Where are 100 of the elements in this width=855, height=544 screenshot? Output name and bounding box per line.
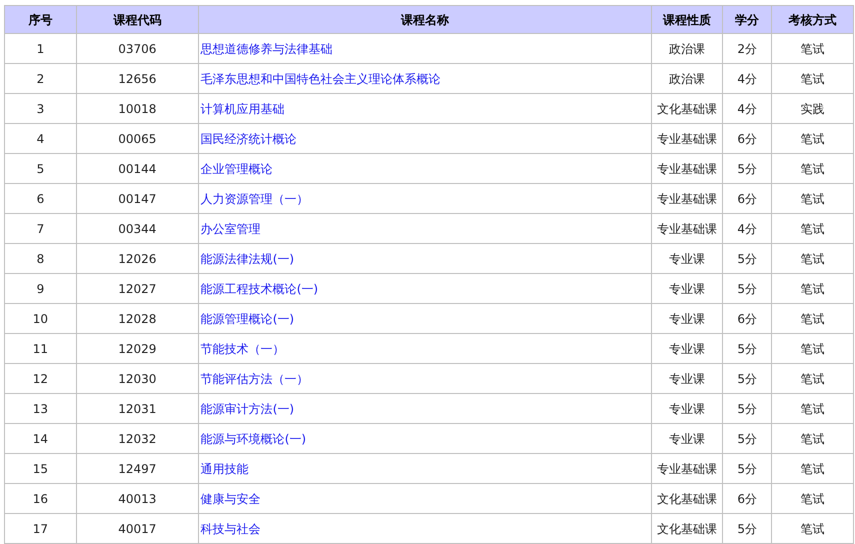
course-link[interactable]: 能源工程技术概论(一): [200, 282, 318, 296]
table-cell: 文化基础课: [652, 484, 723, 514]
table-cell: 笔试: [772, 484, 854, 514]
table-cell: 文化基础课: [652, 94, 723, 124]
course-link[interactable]: 办公室管理: [200, 222, 261, 236]
table-cell: 5分: [722, 454, 772, 484]
table-cell: 5分: [722, 514, 772, 544]
column-header: 课程性质: [652, 6, 723, 34]
table-cell: 12656: [76, 64, 198, 94]
table-cell: 12026: [76, 244, 198, 274]
table-cell: 专业课: [652, 304, 723, 334]
table-cell: 40017: [76, 514, 198, 544]
table-cell: 5分: [722, 244, 772, 274]
table-cell: 笔试: [772, 424, 854, 454]
table-cell: 专业基础课: [652, 154, 723, 184]
table-cell: 12497: [76, 454, 198, 484]
table-cell: 00344: [76, 214, 198, 244]
table-cell: 3: [4, 94, 76, 124]
table-cell: 8: [4, 244, 76, 274]
table-cell: 专业课: [652, 424, 723, 454]
table-cell: 笔试: [772, 394, 854, 424]
table-cell: 00065: [76, 124, 198, 154]
table-cell: 5分: [722, 394, 772, 424]
course-link[interactable]: 思想道德修养与法律基础: [200, 42, 333, 56]
table-cell: 00147: [76, 184, 198, 214]
course-link[interactable]: 通用技能: [200, 462, 249, 476]
table-cell: 40013: [76, 484, 198, 514]
course-link[interactable]: 国民经济统计概论: [200, 132, 297, 146]
table-cell: 6分: [722, 124, 772, 154]
table-cell: 03706: [76, 34, 198, 64]
table-cell: 专业基础课: [652, 454, 723, 484]
table-cell: 4: [4, 124, 76, 154]
course-link[interactable]: 计算机应用基础: [200, 102, 285, 116]
table-cell: 专业课: [652, 394, 723, 424]
table-cell: 政治课: [652, 34, 723, 64]
table-cell: 5: [4, 154, 76, 184]
table-cell: 专业课: [652, 364, 723, 394]
table-cell: 12027: [76, 274, 198, 304]
table-cell: 14: [4, 424, 76, 454]
table-cell: 笔试: [772, 154, 854, 184]
table-cell: 笔试: [772, 454, 854, 484]
table-cell: 17: [4, 514, 76, 544]
column-header: 考核方式: [772, 6, 854, 34]
table-cell: 15: [4, 454, 76, 484]
table-cell: 10018: [76, 94, 198, 124]
column-header: 序号: [4, 6, 76, 34]
table-cell: 11: [4, 334, 76, 364]
course-link[interactable]: 能源审计方法(一): [200, 402, 294, 416]
table-cell: 2: [4, 64, 76, 94]
table-cell: 实践: [772, 94, 854, 124]
table-cell: 笔试: [772, 124, 854, 154]
table-cell: 13: [4, 394, 76, 424]
table-cell: 笔试: [772, 514, 854, 544]
table-cell: 12028: [76, 304, 198, 334]
table-cell: 16: [4, 484, 76, 514]
table-cell: 笔试: [772, 364, 854, 394]
table-cell: 12: [4, 364, 76, 394]
column-header: 学分: [722, 6, 772, 34]
table-cell: 5分: [722, 334, 772, 364]
course-link[interactable]: 能源法律法规(一): [200, 252, 294, 266]
table-cell: 笔试: [772, 274, 854, 304]
table-cell: 政治课: [652, 64, 723, 94]
table-cell: 4分: [722, 214, 772, 244]
course-link[interactable]: 企业管理概论: [200, 162, 273, 176]
table-cell: 4分: [722, 64, 772, 94]
table-cell: 12029: [76, 334, 198, 364]
course-link[interactable]: 节能评估方法（一）: [200, 372, 309, 386]
table-cell: 笔试: [772, 64, 854, 94]
table-cell: 专业基础课: [652, 124, 723, 154]
column-header: 课程代码: [76, 6, 198, 34]
table-cell: 6分: [722, 184, 772, 214]
table-cell: 专业基础课: [652, 214, 723, 244]
table-cell: 6分: [722, 484, 772, 514]
table-cell: 12030: [76, 364, 198, 394]
course-link[interactable]: 能源管理概论(一): [200, 312, 294, 326]
table-cell: 00144: [76, 154, 198, 184]
table-cell: 7: [4, 214, 76, 244]
table-cell: 4分: [722, 94, 772, 124]
table-cell: 5分: [722, 364, 772, 394]
table-cell: 12031: [76, 394, 198, 424]
table-cell: 9: [4, 274, 76, 304]
table-cell: 5分: [722, 154, 772, 184]
course-link[interactable]: 健康与安全: [200, 492, 261, 506]
table-cell: 笔试: [772, 34, 854, 64]
table-cell: 5分: [722, 424, 772, 454]
table-cell: 12032: [76, 424, 198, 454]
table-cell: 专业课: [652, 244, 723, 274]
table-cell: 6: [4, 184, 76, 214]
table-cell: 10: [4, 304, 76, 334]
course-link[interactable]: 节能技术（一）: [200, 342, 285, 356]
table-cell: 专业课: [652, 334, 723, 364]
table-cell: 专业课: [652, 274, 723, 304]
table-cell: 笔试: [772, 304, 854, 334]
table-cell: 5分: [722, 274, 772, 304]
course-link[interactable]: 科技与社会: [200, 522, 261, 536]
table-cell: 笔试: [772, 214, 854, 244]
table-cell: 笔试: [772, 334, 854, 364]
table-cell: 6分: [722, 304, 772, 334]
course-link[interactable]: 人力资源管理（一）: [200, 192, 309, 206]
course-link[interactable]: 能源与环境概论(一): [200, 432, 306, 446]
